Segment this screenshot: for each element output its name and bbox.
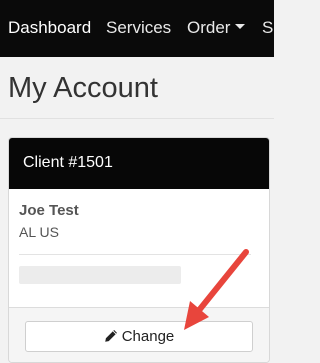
nav-support[interactable]: Su xyxy=(262,18,274,38)
change-button[interactable]: Change xyxy=(25,321,253,352)
nav-dashboard[interactable]: Dashboard xyxy=(8,18,91,38)
pencil-icon xyxy=(104,330,117,342)
card-header: Client #1501 xyxy=(9,138,269,189)
change-button-label: Change xyxy=(121,328,175,345)
chevron-down-icon xyxy=(235,24,246,30)
title-divider xyxy=(0,118,274,119)
page-title: My Account xyxy=(8,72,158,104)
client-card: Client #1501 Joe Test AL US Change xyxy=(8,137,270,363)
nav-services[interactable]: Services xyxy=(106,18,171,38)
top-navbar: Dashboard Services Order Su xyxy=(0,0,274,57)
client-location: AL US xyxy=(19,224,59,240)
nav-order-label: Order xyxy=(187,18,231,37)
client-name: Joe Test xyxy=(19,202,79,219)
nav-order-dropdown[interactable]: Order xyxy=(187,18,246,38)
card-divider xyxy=(19,254,251,255)
redacted-placeholder xyxy=(19,266,181,284)
card-footer: Change xyxy=(9,307,269,362)
client-number: Client #1501 xyxy=(23,154,113,171)
